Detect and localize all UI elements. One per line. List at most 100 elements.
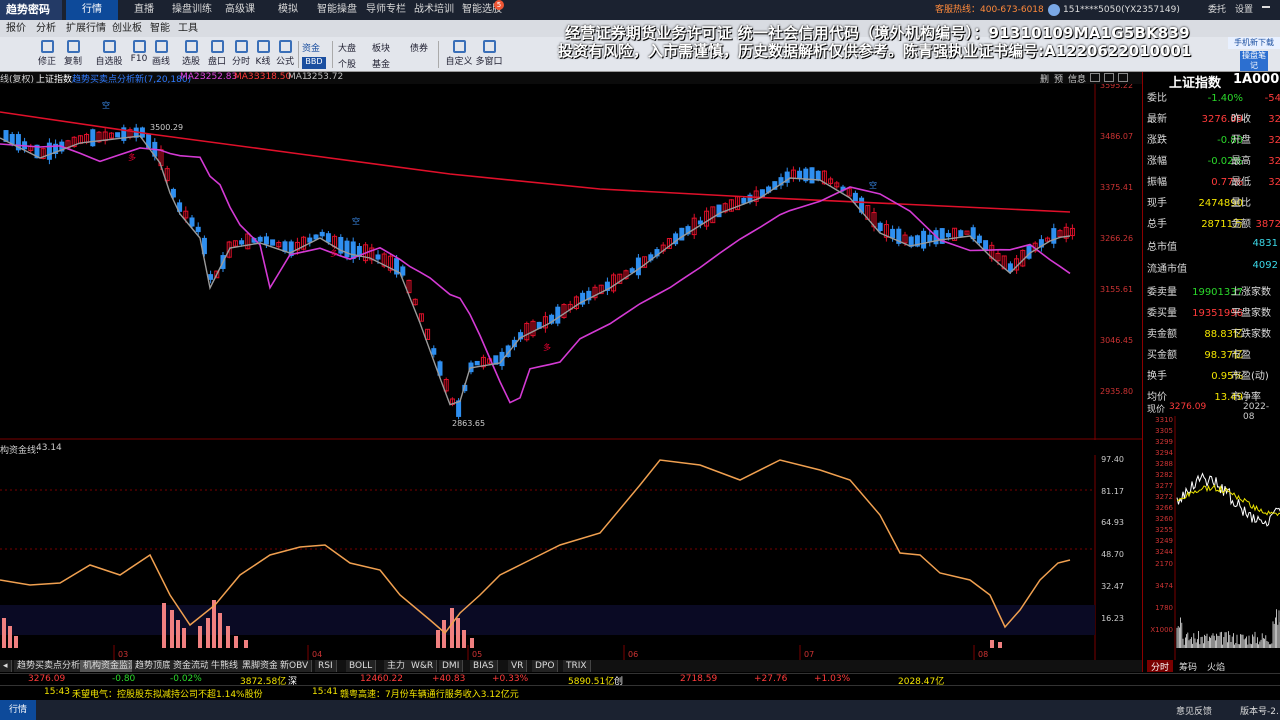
indicator-bar: [436, 630, 440, 648]
indicator-tab[interactable]: RSI: [315, 660, 337, 672]
market-dropdown[interactable]: 大盘: [338, 41, 356, 54]
formula-button[interactable]: 公式: [272, 39, 298, 70]
price-tick-label: 3486.07: [1100, 132, 1133, 141]
menu-extended[interactable]: 扩展行情: [66, 20, 106, 37]
indicator-tab[interactable]: 新OBV: [277, 660, 313, 672]
indicator-tab[interactable]: 资金流动: [170, 660, 214, 672]
indicator-tab[interactable]: BIAS: [470, 660, 498, 672]
bbd-button[interactable]: BBD: [302, 57, 326, 69]
candle-body: [325, 233, 331, 243]
menu-gem[interactable]: 创业板: [112, 20, 142, 37]
ma2-value: 3252.83: [200, 72, 238, 82]
fix-button[interactable]: 修正: [34, 39, 60, 70]
indicator-tab[interactable]: 主力: [384, 660, 410, 672]
indicator-tab[interactable]: 黑脚资金: [239, 660, 283, 672]
candles-group: [3, 123, 1075, 420]
feedback-link[interactable]: 意见反馈: [1176, 704, 1212, 717]
tab-intraday[interactable]: 分时: [1147, 660, 1173, 673]
quote-label: 涨幅: [1147, 156, 1167, 167]
fund-flow-indicator-chart[interactable]: 97.40 81.17 64.93 48.70 32.47 16.23 03 04 05 06 0…: [0, 455, 1142, 660]
news-item-2[interactable]: 赣粤高速：7月份车辆通行服务收入3.12亿元: [340, 687, 519, 700]
multi-window-button[interactable]: 多窗口: [474, 39, 504, 70]
restore-icon[interactable]: [1104, 73, 1114, 82]
intraday-mini-chart[interactable]: 3310 3305 3299 3294 3288 3282 3277 3272 3266 3260…: [1143, 416, 1280, 660]
stock-screen-button[interactable]: 选股: [178, 39, 204, 70]
price-tick-label: 2935.80: [1100, 387, 1133, 396]
tab-flame[interactable]: 火焰: [1207, 660, 1225, 673]
indicator-bar: [470, 638, 474, 648]
fix-icon: [40, 40, 54, 53]
toolbar-divider: [332, 41, 333, 68]
notification-badge: 5: [494, 0, 504, 10]
long-signal-2: 多: [543, 342, 551, 352]
stock-dropdown[interactable]: 个股: [338, 57, 356, 70]
entrust-link[interactable]: 委托: [1208, 0, 1226, 20]
drawline-button[interactable]: 画线: [148, 39, 174, 70]
indicator-tab[interactable]: 牛熊线: [208, 660, 243, 672]
maximize-icon[interactable]: [1090, 73, 1100, 82]
toolbar-divider: [438, 41, 439, 68]
nav-training[interactable]: 操盘训练: [166, 0, 218, 20]
nav-mentor[interactable]: 导师专栏: [364, 0, 408, 20]
news-item-1[interactable]: 禾望电气：控股股东拟减持公司不超1.14%股份: [72, 687, 263, 700]
nav-live[interactable]: 直播: [124, 0, 164, 20]
copy-button[interactable]: 复制: [60, 39, 86, 70]
total-cap-label: 总市值: [1147, 242, 1177, 253]
close-panel-icon[interactable]: [1118, 73, 1128, 82]
quote-row: 最新 3276.09 昨收 32: [1147, 109, 1280, 130]
order-book-button[interactable]: 盘口: [204, 39, 230, 70]
nav-quotes[interactable]: 行情: [66, 0, 118, 20]
quote-value-2: 32: [1268, 177, 1280, 188]
menu-tools[interactable]: 工具: [178, 20, 198, 37]
candle-body: [635, 257, 641, 276]
tab-chips[interactable]: 筹码: [1179, 660, 1197, 673]
indicator-tab[interactable]: W&R: [408, 660, 438, 672]
quote-value-2: 32: [1268, 156, 1280, 167]
minimize-icon[interactable]: [1262, 6, 1270, 8]
gem-change-pct: +1.03%: [814, 674, 851, 684]
quote-row: 现手 2474890 量比: [1147, 193, 1277, 214]
indicator-tab[interactable]: VR: [508, 660, 528, 672]
indicator-tab[interactable]: TRIX: [563, 660, 591, 672]
long-signal-1: 多: [128, 152, 136, 162]
quote-label-2: 最高: [1231, 156, 1251, 167]
watchlist-button[interactable]: 自选股: [92, 39, 126, 70]
indicator-tick-label: 16.23: [1101, 614, 1124, 623]
mobile-download-label[interactable]: 手机新下载: [1228, 37, 1280, 49]
tab-scroll-left[interactable]: ◂: [0, 660, 12, 672]
indicator-tab[interactable]: 趋势顶底: [132, 660, 176, 672]
candlestick-chart[interactable]: 3595.22 3486.07 3375.41 3266.26 3155.61 3046.…: [0, 84, 1142, 440]
candle-body: [456, 400, 462, 417]
custom-button[interactable]: 自定义: [444, 39, 474, 70]
nav-smart-trade[interactable]: 智能操盘: [312, 0, 362, 20]
candle-body: [815, 170, 821, 181]
quote-label: 委比: [1147, 93, 1167, 104]
bottom-quote-tab[interactable]: 行情: [0, 700, 36, 720]
trade-notes-button[interactable]: 操盘笔记: [1240, 51, 1268, 71]
menu-quote[interactable]: 报价: [6, 20, 26, 37]
quote-value-2: 3872: [1255, 219, 1280, 230]
mini-tick-label: 3310: [1155, 416, 1173, 424]
indicator-tab[interactable]: BOLL: [346, 660, 377, 672]
indicator-tab[interactable]: DMI: [439, 660, 464, 672]
funds-dropdown[interactable]: 资金: [302, 41, 326, 54]
indicator-tab[interactable]: DPO: [532, 660, 559, 672]
nav-tactics[interactable]: 战术培训: [410, 0, 458, 20]
menu-analysis[interactable]: 分析: [36, 20, 56, 37]
nav-simulate[interactable]: 模拟: [268, 0, 308, 20]
nav-advanced[interactable]: 高级课: [220, 0, 260, 20]
indicator-bar: [182, 628, 186, 648]
sector-dropdown[interactable]: 板块: [372, 41, 390, 54]
user-account[interactable]: 151****5050(YX2357149): [1063, 0, 1180, 20]
quote-label-2: 上涨家数: [1231, 287, 1271, 298]
user-avatar-icon[interactable]: [1048, 4, 1060, 16]
settings-link[interactable]: 设置: [1235, 0, 1253, 20]
fund-dropdown[interactable]: 基金: [372, 57, 390, 70]
candle-body: [945, 233, 951, 238]
mini-tick-label: 3288: [1155, 460, 1173, 468]
bond-dropdown[interactable]: 债券: [410, 41, 428, 54]
menu-smart[interactable]: 智能: [150, 20, 170, 37]
candle-body: [741, 197, 747, 204]
quote-label: 现手: [1147, 198, 1167, 209]
ma3-value: 3318.50: [254, 72, 292, 82]
